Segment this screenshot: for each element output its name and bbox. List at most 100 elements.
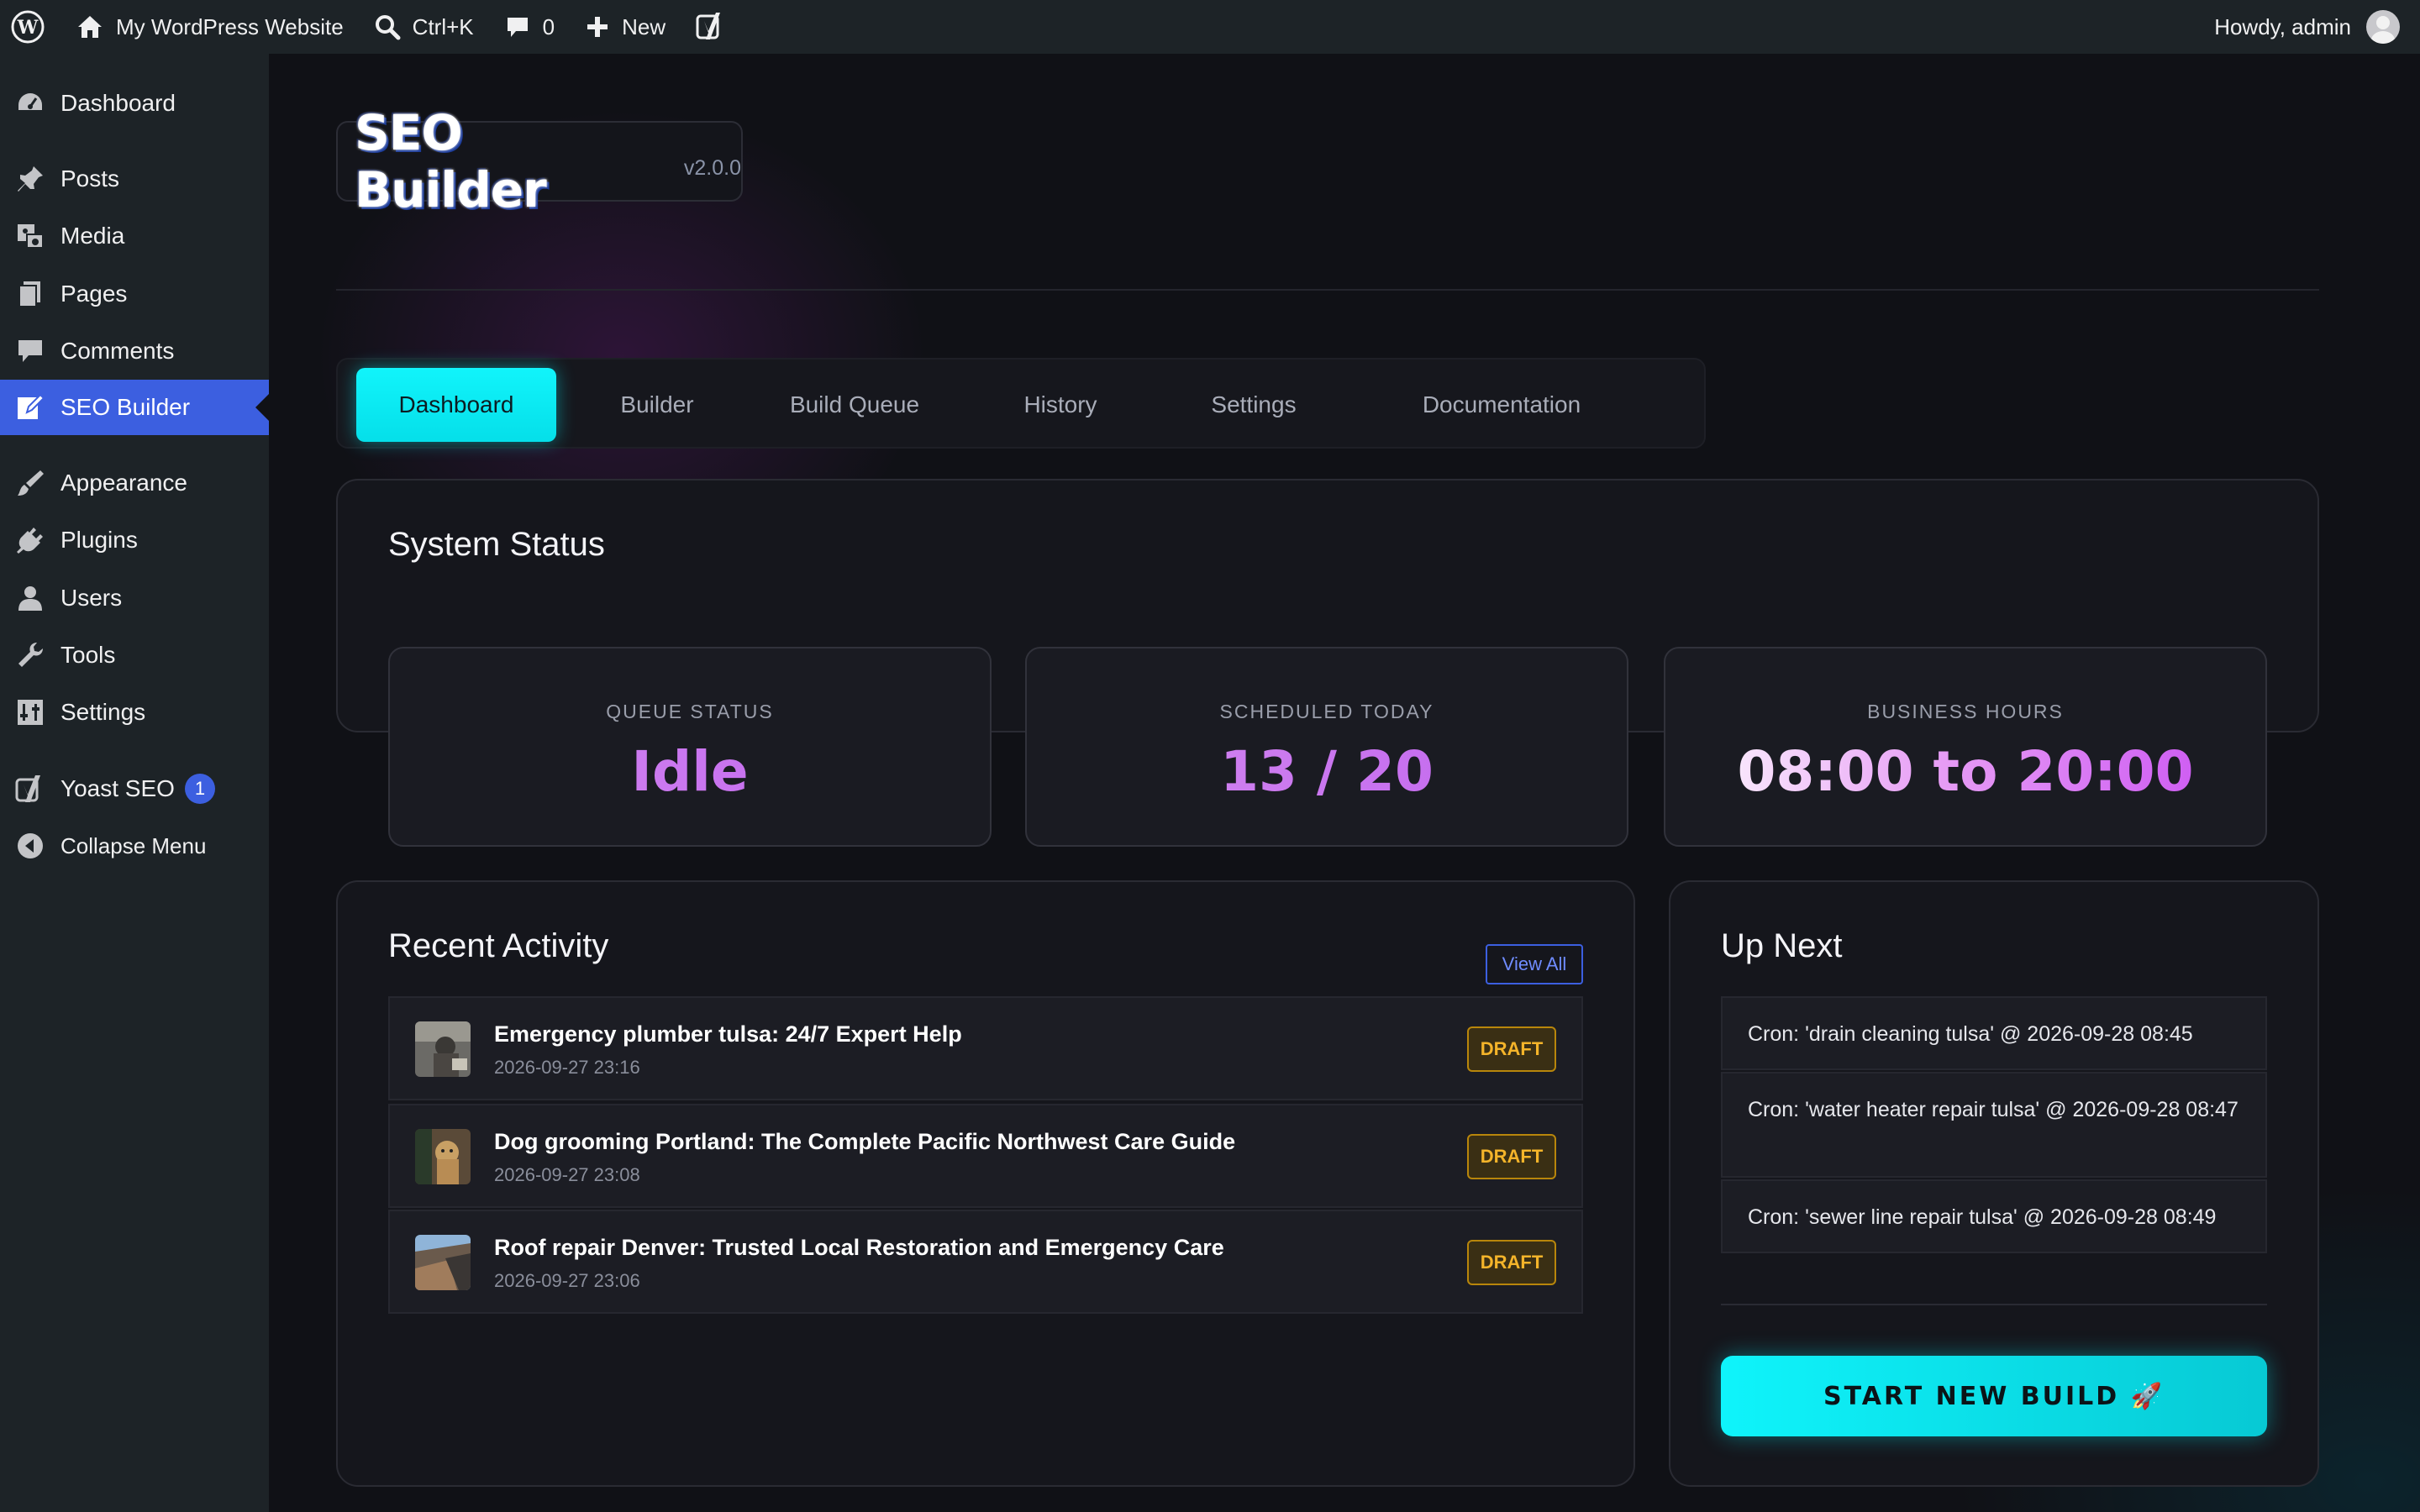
comment-icon [507, 18, 528, 37]
sidebar-item-users[interactable]: Users [0, 570, 269, 626]
plugin-header: SEO Builder v2.0.0 [336, 104, 743, 218]
activity-date: 2026-09-27 23:08 [494, 1164, 640, 1185]
avatar [2366, 10, 2400, 44]
plug-icon [17, 528, 43, 554]
new-content-button[interactable]: New [570, 0, 681, 54]
new-label: New [622, 13, 666, 39]
sidebar-item-appearance[interactable]: Appearance [0, 455, 269, 511]
collapse-menu-button[interactable]: Collapse Menu [0, 818, 269, 874]
my-account-menu[interactable]: Howdy, admin [2199, 0, 2420, 54]
search-shortcut-button[interactable]: Ctrl+K [359, 0, 489, 54]
sidebar-item-seo-builder[interactable]: SEO Builder [0, 380, 269, 435]
activity-title: Dog grooming Portland: The Complete Paci… [494, 1129, 1236, 1154]
activity-title: Emergency plumber tulsa: 24/7 Expert Hel… [494, 1021, 962, 1047]
status-badge: DRAFT [1467, 1240, 1556, 1285]
queue-status-box: QUEUE STATUS Idle [388, 647, 992, 847]
sidebar-item-label: Appearance [60, 470, 188, 496]
comment-icon [18, 340, 42, 362]
sidebar-item-label: Plugins [60, 527, 138, 553]
tab-documentation[interactable]: Documentation [1363, 368, 1640, 442]
business-hours-box: BUSINESS HOURS 08:00 to 20:00 [1664, 647, 2267, 847]
sidebar-item-label: Dashboard [60, 90, 176, 116]
activity-row[interactable]: Roof repair Denver: Trusted Local Restor… [388, 1210, 1583, 1314]
system-status-title: System Status [388, 526, 605, 563]
up-next-item: Cron: 'sewer line repair tulsa' @ 2026-0… [1721, 1179, 2267, 1253]
sidebar-item-label: Posts [60, 165, 120, 192]
search-icon [375, 15, 401, 40]
edit-icon [18, 393, 45, 419]
sidebar-item-tools[interactable]: Tools [0, 627, 269, 683]
sidebar-item-label: Settings [60, 699, 146, 725]
tab-history[interactable]: History [976, 368, 1144, 442]
user-icon [18, 586, 42, 611]
sidebar-item-plugins[interactable]: Plugins [0, 512, 269, 568]
yoast-icon [696, 13, 721, 39]
collapse-icon [18, 833, 43, 858]
view-all-button[interactable]: View All [1486, 944, 1583, 984]
activity-row[interactable]: Emergency plumber tulsa: 24/7 Expert Hel… [388, 996, 1583, 1100]
status-badge: DRAFT [1467, 1134, 1556, 1179]
settings-icon [18, 700, 43, 725]
post-thumbnail [415, 1129, 471, 1184]
sidebar-item-pages[interactable]: Pages [0, 266, 269, 322]
tab-settings[interactable]: Settings [1170, 368, 1338, 442]
greeting: Howdy, admin [2214, 13, 2351, 39]
admin-bar: W My WordPress Website Ctrl+K 0 New Howd [0, 0, 2420, 54]
wordpress-logo-button[interactable]: W [0, 0, 60, 54]
up-next-divider [1721, 1304, 2267, 1305]
pin-icon [18, 166, 43, 192]
page-title: SEO Builder [355, 104, 547, 218]
up-next-item: Cron: 'water heater repair tulsa' @ 2026… [1721, 1072, 2267, 1178]
tab-bar: Dashboard Builder Build Queue History Se… [336, 358, 1706, 449]
sidebar-item-label: Media [60, 223, 125, 249]
sidebar-item-settings[interactable]: Settings [0, 685, 269, 740]
stat-label: BUSINESS HOURS [1867, 701, 2064, 722]
version-label: v2.0.0 [683, 155, 741, 180]
header-divider [336, 289, 2319, 291]
sidebar-item-label: SEO Builder [60, 394, 191, 420]
notification-badge: 1 [184, 774, 215, 804]
sidebar-item-label: Pages [60, 281, 128, 307]
tab-build-queue[interactable]: Build Queue [758, 368, 951, 442]
status-badge: DRAFT [1467, 1026, 1556, 1072]
svg-text:W: W [17, 17, 39, 39]
post-thumbnail [415, 1021, 471, 1077]
sidebar-item-media[interactable]: Media [0, 208, 269, 264]
stat-value: 13 / 20 [1027, 739, 1627, 804]
tab-dashboard[interactable]: Dashboard [356, 368, 556, 442]
activity-row[interactable]: Dog grooming Portland: The Complete Paci… [388, 1104, 1583, 1208]
sidebar-item-comments[interactable]: Comments [0, 323, 269, 379]
activity-date: 2026-09-27 23:06 [494, 1270, 640, 1291]
sidebar-item-label: Users [60, 585, 123, 611]
search-shortcut: Ctrl+K [412, 13, 474, 39]
up-next-item: Cron: 'drain cleaning tulsa' @ 2026-09-2… [1721, 996, 2267, 1070]
post-thumbnail [415, 1235, 471, 1290]
sidebar-item-label: Tools [60, 642, 116, 668]
activity-title: Roof repair Denver: Trusted Local Restor… [494, 1235, 1224, 1260]
sidebar-item-yoast-seo[interactable]: Yoast SEO 1 [0, 761, 269, 816]
stat-value: 08:00 to 20:00 [1665, 739, 2265, 804]
comments-count: 0 [542, 13, 555, 39]
stat-label: SCHEDULED TODAY [1219, 701, 1434, 722]
pages-icon [18, 281, 40, 307]
wrench-icon [18, 643, 43, 667]
scheduled-today-box: SCHEDULED TODAY 13 / 20 [1025, 647, 1628, 847]
sidebar-item-label: Collapse Menu [60, 832, 207, 858]
site-name: My WordPress Website [116, 13, 344, 39]
admin-sidebar: Dashboard Posts Media Pages Comments SEO… [0, 54, 269, 1512]
sidebar-item-posts[interactable]: Posts [0, 151, 269, 207]
brush-icon [18, 470, 44, 496]
media-icon [18, 224, 44, 249]
sidebar-item-label: Comments [60, 338, 175, 364]
dashboard-icon [18, 93, 42, 110]
plus-icon [587, 17, 608, 37]
tab-builder[interactable]: Builder [573, 368, 741, 442]
sidebar-item-dashboard[interactable]: Dashboard [0, 76, 269, 131]
sidebar-item-label: Yoast SEO [60, 775, 175, 801]
activity-date: 2026-09-27 23:16 [494, 1057, 640, 1078]
yoast-adminbar-button[interactable] [681, 0, 739, 54]
comments-link[interactable]: 0 [489, 0, 570, 54]
site-name-link[interactable]: My WordPress Website [60, 0, 359, 54]
start-new-build-button[interactable]: START NEW BUILD 🚀 [1721, 1356, 2267, 1436]
wordpress-icon: W [11, 10, 45, 44]
